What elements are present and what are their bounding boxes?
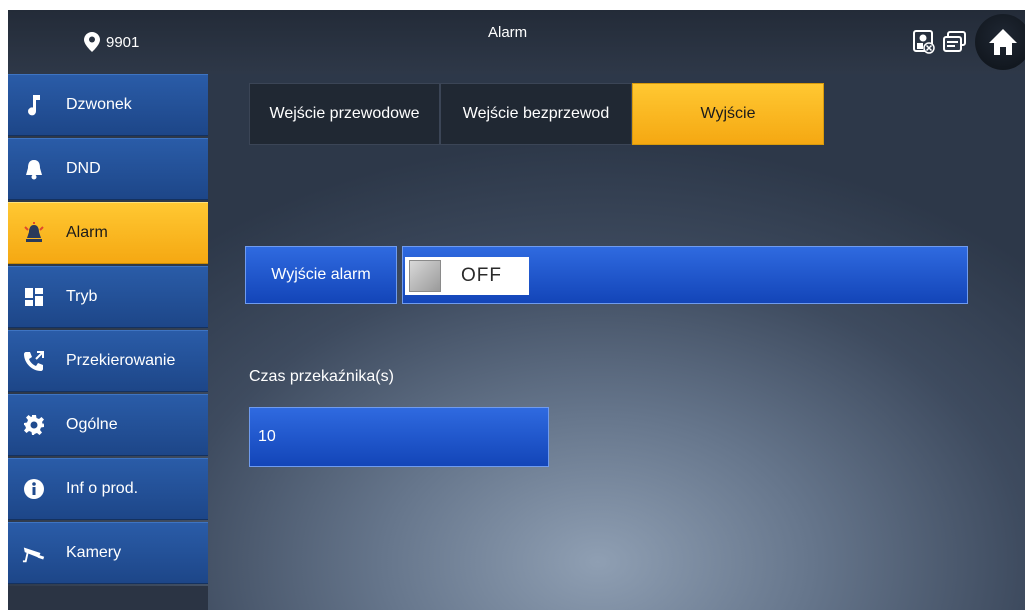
- sidebar-item-alarm[interactable]: Alarm: [8, 202, 208, 264]
- tab-wireless-input[interactable]: Wejście bezprzewod: [440, 83, 632, 145]
- sidebar-item-dzwonek[interactable]: Dzwonek: [8, 74, 208, 136]
- sidebar-item-przekierowanie[interactable]: Przekierowanie: [8, 330, 208, 392]
- sidebar-item-ogolne[interactable]: Ogólne: [8, 394, 208, 456]
- location-number: 9901: [106, 33, 140, 51]
- alarm-output-toggle[interactable]: OFF: [405, 257, 529, 295]
- sidebar-item-info[interactable]: Inf o prod.: [8, 458, 208, 520]
- sidebar-item-label: Kamery: [66, 544, 122, 561]
- status-icons: [913, 10, 1025, 74]
- sidebar-item-label: Przekierowanie: [66, 352, 176, 369]
- monitor-disconnected-icon[interactable]: [913, 30, 935, 54]
- home-icon: [989, 29, 1017, 55]
- sidebar-item-label: Dzwonek: [66, 96, 132, 113]
- tab-output[interactable]: Wyjście: [632, 83, 824, 145]
- page-title: Alarm: [488, 24, 528, 41]
- top-bar: 9901 Alarm: [8, 10, 1025, 74]
- sidebar: Dzwonek DND Alarm Tryb Przekierowanie Og…: [8, 74, 208, 610]
- toggle-state: OFF: [461, 265, 502, 286]
- grid-icon: [22, 285, 46, 309]
- sidebar-item-label: DND: [66, 160, 101, 177]
- sidebar-item-dnd[interactable]: DND: [8, 138, 208, 200]
- camera-icon: [22, 541, 46, 565]
- sidebar-item-label: Alarm: [66, 224, 108, 241]
- sidebar-item-kamery[interactable]: Kamery: [8, 522, 208, 584]
- relay-time-input[interactable]: 10: [249, 407, 549, 467]
- alarm-output-bar: OFF: [402, 246, 968, 304]
- sidebar-item-label: Ogólne: [66, 416, 118, 433]
- bell-icon: [22, 157, 46, 181]
- music-note-icon: [22, 93, 46, 117]
- gear-icon: [22, 413, 46, 437]
- info-icon: [22, 477, 46, 501]
- sidebar-item-label: Inf o prod.: [66, 480, 139, 497]
- location-indicator: 9901: [84, 32, 139, 52]
- toggle-knob[interactable]: [409, 260, 441, 292]
- sidebar-item-label: Tryb: [66, 288, 98, 305]
- messages-icon[interactable]: [943, 31, 967, 53]
- sidebar-item-tryb[interactable]: Tryb: [8, 266, 208, 328]
- screen: 9901 Alarm Dzwonek DND Alarm Tryb Przeki…: [8, 10, 1025, 610]
- phone-forward-icon: [22, 349, 46, 373]
- relay-time-label: Czas przekaźnika(s): [249, 368, 394, 385]
- alarm-bell-icon: [22, 221, 46, 245]
- location-pin-icon: [84, 32, 100, 52]
- sidebar-footer: [8, 586, 208, 610]
- home-button[interactable]: [975, 14, 1025, 70]
- tab-wired-input[interactable]: Wejście przewodowe: [249, 83, 440, 145]
- alarm-output-label: Wyjście alarm: [245, 246, 397, 304]
